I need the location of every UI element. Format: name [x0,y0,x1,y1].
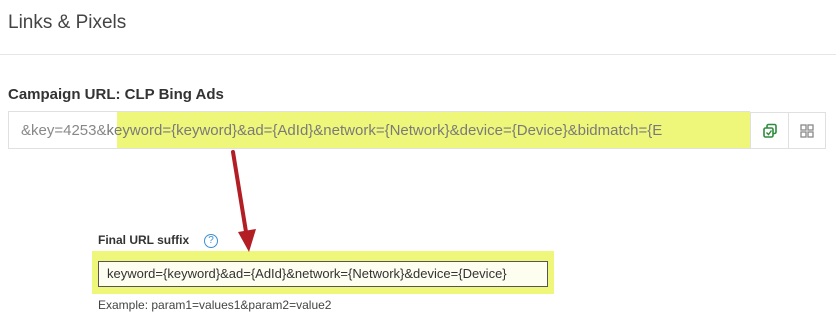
campaign-url-field[interactable]: &key=4253&keyword={keyword}&ad={AdId}&ne… [8,111,750,149]
campaign-url-text: &key=4253&keyword={keyword}&ad={AdId}&ne… [21,122,662,139]
campaign-url-label: Campaign URL: CLP Bing Ads [8,86,224,103]
links-pixels-panel: Links & Pixels Campaign URL: CLP Bing Ad… [0,0,836,322]
divider [0,54,836,55]
qr-code-button[interactable] [788,112,826,149]
section-title: Links & Pixels [8,12,127,33]
qr-code-icon [800,123,814,138]
example-hint: Example: param1=values1&param2=value2 [98,298,332,312]
help-icon[interactable]: ? [204,234,218,248]
copy-icon [762,123,777,138]
final-url-suffix-input[interactable]: keyword={keyword}&ad={AdId}&network={Net… [98,261,548,287]
campaign-url-prefix: &key=4253& [21,122,107,139]
copy-button[interactable] [750,112,788,149]
final-url-suffix-value: keyword={keyword}&ad={AdId}&network={Net… [107,266,507,281]
final-url-suffix-label: Final URL suffix [98,233,190,247]
campaign-url-highlighted: keyword={keyword}&ad={AdId}&network={Net… [106,122,663,139]
